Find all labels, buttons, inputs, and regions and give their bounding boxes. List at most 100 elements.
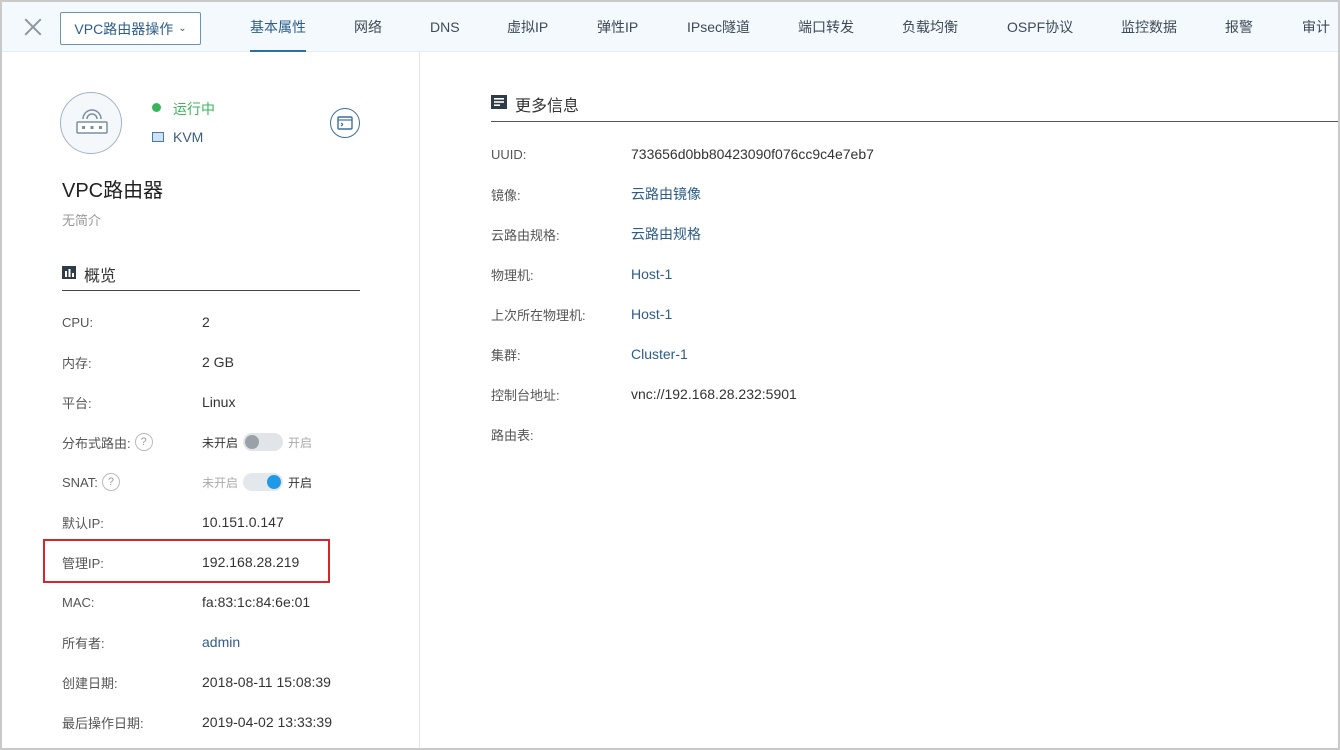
info-row-last-host: 上次所在物理机: Host-1 xyxy=(491,304,672,324)
info-label: 集群: xyxy=(491,347,521,363)
info-label: 上次所在物理机: xyxy=(491,307,586,323)
prop-label: MAC: xyxy=(62,594,95,610)
more-info-title: 更多信息 xyxy=(515,98,580,115)
document-icon xyxy=(491,95,507,109)
monitor-icon xyxy=(152,132,164,142)
vpc-router-actions-button[interactable]: VPC路由器操作 ⌄ xyxy=(60,12,201,45)
prop-value: 10.151.0.147 xyxy=(202,514,284,530)
prop-row-distributed-routing: 分布式路由: ? 未开启 开启 xyxy=(62,432,312,452)
bar-chart-icon xyxy=(62,266,76,279)
cluster-link[interactable]: Cluster-1 xyxy=(631,346,688,362)
info-value: vnc://192.168.28.232:5901 xyxy=(631,386,797,402)
tab-dns[interactable]: DNS xyxy=(430,2,460,52)
prop-row-platform: 平台: Linux xyxy=(62,392,235,412)
chevron-down-icon: ⌄ xyxy=(178,23,187,34)
toggle-off-label: 未开启 xyxy=(202,435,239,450)
info-row-host: 物理机: Host-1 xyxy=(491,264,672,284)
help-icon[interactable]: ? xyxy=(101,473,120,491)
offering-link[interactable]: 云路由规格 xyxy=(631,224,701,244)
prop-row-owner: 所有者: admin xyxy=(62,632,240,652)
prop-label: CPU: xyxy=(62,314,94,330)
snat-switch[interactable] xyxy=(243,473,284,491)
prop-value: 2019-04-02 13:33:39 xyxy=(202,714,332,730)
top-bar: VPC路由器操作 ⌄ 基本属性 网络 DNS 虚拟IP 弹性IP IPsec隧道… xyxy=(2,2,1338,52)
prop-label: 分布式路由: ? xyxy=(62,433,202,452)
switch-knob xyxy=(245,435,260,449)
overview-title: 概览 xyxy=(84,268,117,285)
distributed-routing-toggle: 未开启 开启 xyxy=(202,433,312,451)
prop-label: 最后操作日期: xyxy=(62,715,144,731)
prop-row-snat: SNAT: ? 未开启 开启 xyxy=(62,472,312,492)
info-row-route-table: 路由表: xyxy=(491,424,631,444)
router-name: VPC路由器 xyxy=(62,180,164,202)
info-label: 控制台地址: xyxy=(491,387,560,403)
prop-row-default-ip: 默认IP: 10.151.0.147 xyxy=(62,512,284,532)
help-icon[interactable]: ? xyxy=(134,433,153,451)
info-row-console-address: 控制台地址: vnc://192.168.28.232:5901 xyxy=(491,384,797,404)
prop-row-created: 创建日期: 2018-08-11 15:08:39 xyxy=(62,672,331,692)
info-label: UUID: xyxy=(491,146,527,162)
prop-label: 所有者: xyxy=(62,635,105,651)
actions-button-label: VPC路由器操作 xyxy=(74,20,174,37)
router-description: 无简介 xyxy=(62,213,102,228)
tab-basic-properties[interactable]: 基本属性 xyxy=(250,2,306,52)
prop-label: 默认IP: xyxy=(62,515,104,531)
prop-value: 2 xyxy=(202,314,210,330)
prop-value: 2 GB xyxy=(202,354,234,370)
prop-value: fa:83:1c:84:6e:01 xyxy=(202,594,311,610)
status-running-icon xyxy=(152,103,161,112)
tab-ipsec-tunnel[interactable]: IPsec隧道 xyxy=(687,2,750,52)
prop-label: 内存: xyxy=(62,355,92,371)
prop-label: SNAT: ? xyxy=(62,473,202,491)
tab-elastic-ip[interactable]: 弹性IP xyxy=(597,2,638,52)
tab-monitoring[interactable]: 监控数据 xyxy=(1121,2,1177,52)
prop-row-memory: 内存: 2 GB xyxy=(62,352,234,372)
toggle-off-label: 未开启 xyxy=(202,475,239,490)
detail-window: VPC路由器操作 ⌄ 基本属性 网络 DNS 虚拟IP 弹性IP IPsec隧道… xyxy=(0,0,1340,750)
info-row-image: 镜像: 云路由镜像 xyxy=(491,184,701,204)
prop-value: 2018-08-11 15:08:39 xyxy=(202,674,331,690)
info-value: 733656d0bb80423090f076cc9c4e7eb7 xyxy=(631,146,874,162)
host-link[interactable]: Host-1 xyxy=(631,266,672,282)
overview-header: 概览 xyxy=(62,262,360,291)
info-row-cluster: 集群: Cluster-1 xyxy=(491,344,688,364)
prop-row-mac: MAC: fa:83:1c:84:6e:01 xyxy=(62,592,310,612)
management-ip-highlight xyxy=(43,539,330,583)
hypervisor-text: KVM xyxy=(173,129,204,145)
prop-row-last-operated: 最后操作日期: 2019-04-02 13:33:39 xyxy=(62,712,332,732)
status-text: 运行中 xyxy=(173,101,215,117)
prop-label: 创建日期: xyxy=(62,675,118,691)
info-label: 路由表: xyxy=(491,427,534,443)
snat-toggle: 未开启 开启 xyxy=(202,473,312,491)
info-row-uuid: UUID: 733656d0bb80423090f076cc9c4e7eb7 xyxy=(491,144,874,164)
console-button[interactable] xyxy=(330,108,360,138)
toggle-on-label: 开启 xyxy=(288,435,313,450)
terminal-icon xyxy=(337,116,353,130)
image-link[interactable]: 云路由镜像 xyxy=(631,184,701,204)
prop-value: Linux xyxy=(202,394,236,410)
tab-audit[interactable]: 审计 xyxy=(1302,2,1330,52)
left-panel: 运行中 KVM VPC路由器 无简介 概览 CPU: 2 内存: 2 GB 平台… xyxy=(2,52,420,748)
info-label: 镜像: xyxy=(491,187,521,203)
more-info-header: 更多信息 xyxy=(491,92,1338,122)
toggle-on-label: 开启 xyxy=(288,475,313,490)
tab-load-balancing[interactable]: 负载均衡 xyxy=(902,2,958,52)
distributed-routing-switch[interactable] xyxy=(243,433,284,451)
switch-knob xyxy=(267,475,282,489)
prop-row-cpu: CPU: 2 xyxy=(62,312,210,332)
info-label: 云路由规格: xyxy=(491,227,560,243)
prop-label-text: SNAT: xyxy=(62,474,98,490)
tab-ospf[interactable]: OSPF协议 xyxy=(1007,2,1073,52)
close-icon[interactable] xyxy=(22,16,44,38)
router-icon xyxy=(60,92,122,154)
tab-virtual-ip[interactable]: 虚拟IP xyxy=(507,2,548,52)
tab-alarm[interactable]: 报警 xyxy=(1225,2,1253,52)
tab-network[interactable]: 网络 xyxy=(354,2,382,52)
prop-label: 平台: xyxy=(62,395,92,411)
info-label: 物理机: xyxy=(491,267,534,283)
owner-link[interactable]: admin xyxy=(202,634,240,650)
info-row-offering: 云路由规格: 云路由规格 xyxy=(491,224,701,244)
prop-label-text: 分布式路由: xyxy=(62,435,131,451)
last-host-link[interactable]: Host-1 xyxy=(631,306,672,322)
tab-port-forwarding[interactable]: 端口转发 xyxy=(798,2,854,52)
